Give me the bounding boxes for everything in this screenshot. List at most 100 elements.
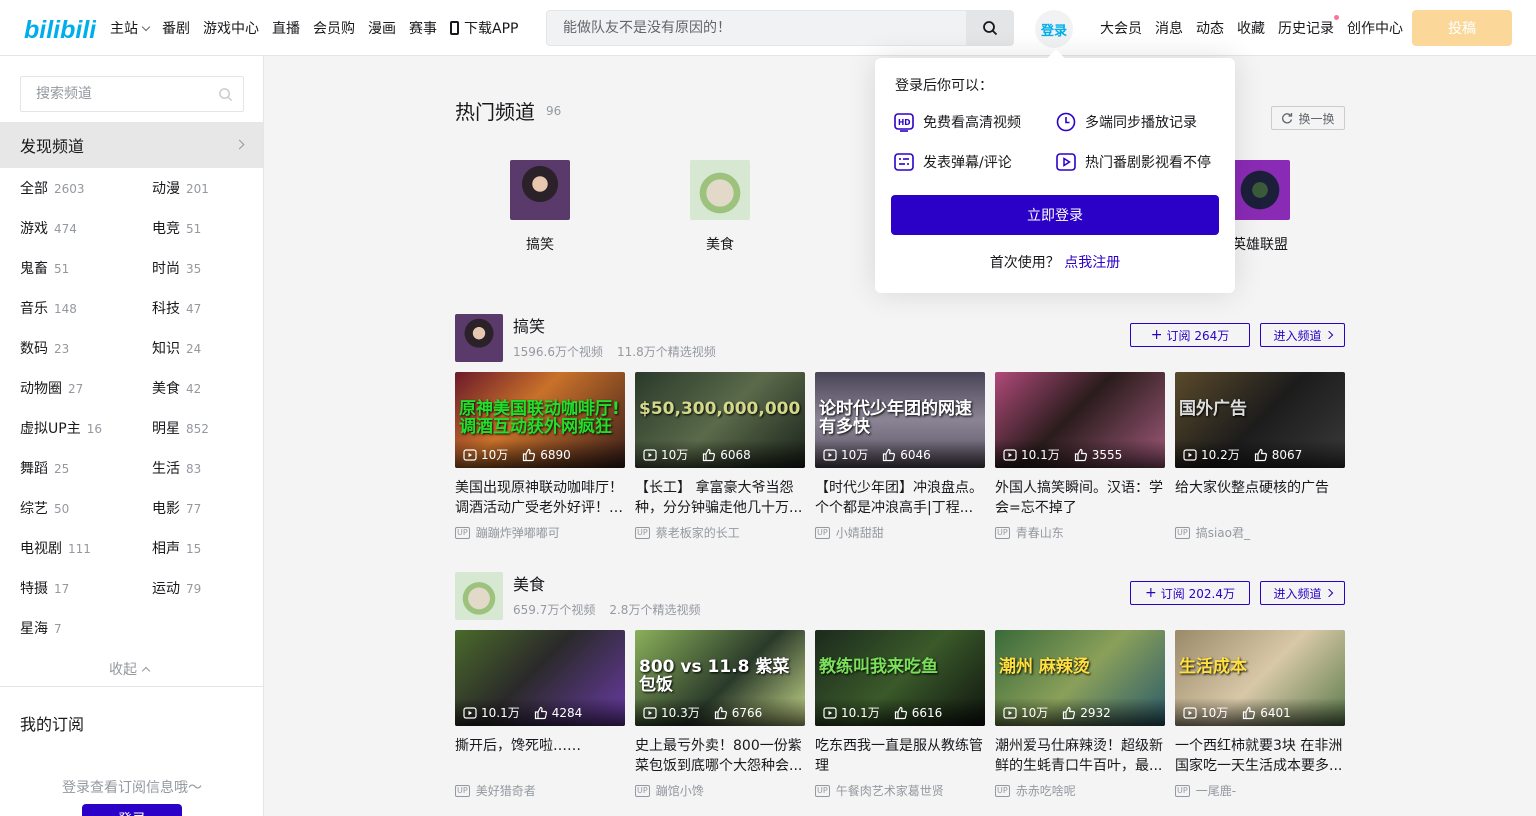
- video-card[interactable]: 国外广告 10.2万 8067 给大家伙整点硬核的广告 UP 搞siao君_: [1175, 372, 1345, 541]
- channel-name[interactable]: 美食: [513, 571, 545, 595]
- bilibili-logo[interactable]: bilibili: [24, 10, 96, 46]
- video-thumbnail[interactable]: 原神美国联动咖啡厅!调酒互动获外网疯狂 10万 6890: [455, 372, 625, 468]
- nav-history[interactable]: 历史记录: [1278, 15, 1339, 38]
- nav-vip[interactable]: 大会员: [1100, 18, 1142, 38]
- video-uploader[interactable]: UP 蹦馆小馋: [635, 782, 805, 799]
- video-title[interactable]: 给大家伙整点硬核的广告: [1175, 478, 1345, 518]
- video-thumbnail[interactable]: 潮州 麻辣烫 10万 2932: [995, 630, 1165, 726]
- subscribe-button[interactable]: + 订阅 202.4万: [1130, 581, 1250, 605]
- video-title[interactable]: 吃东西我一直是服从教练管理: [815, 736, 985, 776]
- nav-favorites[interactable]: 收藏: [1237, 18, 1265, 38]
- video-uploader[interactable]: UP 蔡老板家的长工: [635, 524, 805, 541]
- nav-live[interactable]: 直播: [272, 18, 300, 38]
- hot-channel-funny[interactable]: 搞笑: [495, 160, 585, 254]
- video-uploader[interactable]: UP 赤赤吃啥呢: [995, 782, 1165, 799]
- post-button[interactable]: 投稿: [1412, 10, 1512, 46]
- nav-manga[interactable]: 漫画: [368, 18, 396, 38]
- collapse-button[interactable]: 收起: [109, 659, 151, 679]
- video-title[interactable]: 外国人搞笑瞬间。汉语：学会=忘不掉了: [995, 478, 1165, 518]
- sidebar-login-button[interactable]: 登录: [82, 804, 182, 816]
- category-item[interactable]: 综艺 50: [20, 498, 69, 518]
- video-thumbnail[interactable]: 10.1万 3555: [995, 372, 1165, 468]
- video-title[interactable]: 美国出现原神联动咖啡厅！调酒活动广受老外好评！网友：...: [455, 478, 625, 518]
- video-thumbnail[interactable]: 800 vs 11.8 紫菜包饭 10.3万 6766: [635, 630, 805, 726]
- video-thumbnail[interactable]: 教练叫我来吃鱼 10.1万 6616: [815, 630, 985, 726]
- category-item[interactable]: 电视剧 111: [20, 538, 91, 558]
- video-card[interactable]: 10.1万 3555 外国人搞笑瞬间。汉语：学会=忘不掉了 UP 青春山东: [995, 372, 1165, 541]
- video-uploader[interactable]: UP 小婧甜甜: [815, 524, 985, 541]
- category-item[interactable]: 美食 42: [152, 378, 201, 398]
- search-icon[interactable]: [218, 87, 233, 102]
- channel-avatar[interactable]: [455, 314, 503, 362]
- video-thumbnail[interactable]: $50,300,000,000 10万 6068: [635, 372, 805, 468]
- discover-channels[interactable]: 发现频道: [0, 122, 263, 168]
- video-uploader[interactable]: UP 蹦蹦炸弹嘟嘟可: [455, 524, 625, 541]
- login-avatar-button[interactable]: 登录: [1035, 10, 1073, 48]
- video-title[interactable]: 【时代少年团】冲浪盘点。个个都是冲浪高手|丁程...: [815, 478, 985, 518]
- category-item[interactable]: 特摄 17: [20, 578, 69, 598]
- nav-main-site[interactable]: 主站: [110, 18, 151, 38]
- video-card[interactable]: 教练叫我来吃鱼 10.1万 6616 吃东西我一直是服从教练管理 UP 午餐肉艺术家葛世贤: [815, 630, 985, 799]
- channel-avatar[interactable]: [455, 572, 503, 620]
- nav-anime[interactable]: 番剧: [162, 18, 190, 38]
- video-uploader[interactable]: UP 青春山东: [995, 524, 1165, 541]
- nav-download-app[interactable]: 下载APP: [450, 18, 518, 38]
- nav-game-center[interactable]: 游戏中心: [203, 18, 259, 38]
- category-item[interactable]: 音乐 148: [20, 298, 77, 318]
- category-item[interactable]: 时尚 35: [152, 258, 201, 278]
- category-item[interactable]: 动漫 201: [152, 178, 209, 198]
- video-thumbnail[interactable]: 生活成本 10万 6401: [1175, 630, 1345, 726]
- video-title[interactable]: 撕开后，馋死啦……: [455, 736, 625, 776]
- category-item[interactable]: 电竞 51: [152, 218, 201, 238]
- enter-channel-button[interactable]: 进入频道: [1260, 581, 1345, 605]
- category-item[interactable]: 全部 2603: [20, 178, 85, 198]
- category-item[interactable]: 知识 24: [152, 338, 201, 358]
- video-thumbnail[interactable]: 10.1万 4284: [455, 630, 625, 726]
- subscribe-button[interactable]: + 订阅 264万: [1130, 323, 1250, 347]
- category-item[interactable]: 科技 47: [152, 298, 201, 318]
- channel-name[interactable]: 搞笑: [513, 313, 545, 337]
- video-uploader[interactable]: UP 一尾鹿-: [1175, 782, 1345, 799]
- video-title[interactable]: 一个西红柿就要3块 在非洲国家吃一天生活成本要多...: [1175, 736, 1345, 776]
- nav-dynamics[interactable]: 动态: [1196, 18, 1224, 38]
- hot-channel-food[interactable]: 美食: [675, 160, 765, 254]
- category-item[interactable]: 相声 15: [152, 538, 201, 558]
- channel-search-input[interactable]: [21, 77, 211, 111]
- video-thumbnail[interactable]: 论时代少年团的网速有多快 10万 6046: [815, 372, 985, 468]
- category-item[interactable]: 鬼畜 51: [20, 258, 69, 278]
- video-card[interactable]: 论时代少年团的网速有多快 10万 6046 【时代少年团】冲浪盘点。个个都是冲浪高手|…: [815, 372, 985, 541]
- video-uploader[interactable]: UP 美好猎奇者: [455, 782, 625, 799]
- video-card[interactable]: 10.1万 4284 撕开后，馋死啦…… UP 美好猎奇者: [455, 630, 625, 799]
- video-card[interactable]: 潮州 麻辣烫 10万 2932 潮州爱马仕麻辣烫！超级新鲜的生蚝青口牛百叶，最... U…: [995, 630, 1165, 799]
- video-uploader[interactable]: UP 午餐肉艺术家葛世贤: [815, 782, 985, 799]
- register-link[interactable]: 点我注册: [1064, 255, 1120, 271]
- video-card[interactable]: 生活成本 10万 6401 一个西红柿就要3块 在非洲国家吃一天生活成本要多... UP…: [1175, 630, 1345, 799]
- category-item[interactable]: 生活 83: [152, 458, 201, 478]
- category-item[interactable]: 数码 23: [20, 338, 69, 358]
- search-input[interactable]: [547, 11, 967, 45]
- video-thumbnail[interactable]: 国外广告 10.2万 8067: [1175, 372, 1345, 468]
- nav-shop[interactable]: 会员购: [313, 18, 355, 38]
- video-uploader[interactable]: UP 搞siao君_: [1175, 524, 1345, 541]
- nav-esports[interactable]: 赛事: [409, 18, 437, 38]
- category-item[interactable]: 虚拟UP主 16: [20, 418, 102, 438]
- category-item[interactable]: 运动 79: [152, 578, 201, 598]
- category-item[interactable]: 游戏 474: [20, 218, 77, 238]
- video-card[interactable]: $50,300,000,000 10万 6068 【长工】 拿富豪大爷当怨种，分分钟骗…: [635, 372, 805, 541]
- search-button[interactable]: [966, 11, 1013, 45]
- video-title[interactable]: 史上最亏外卖！800一份紫菜包饭到底哪个大怨种会...: [635, 736, 805, 776]
- nav-messages[interactable]: 消息: [1155, 18, 1183, 38]
- category-item[interactable]: 电影 77: [152, 498, 201, 518]
- refresh-button[interactable]: 换一换: [1271, 106, 1345, 130]
- category-item[interactable]: 明星 852: [152, 418, 209, 438]
- nav-creator-center[interactable]: 创作中心: [1347, 18, 1403, 38]
- video-card[interactable]: 原神美国联动咖啡厅!调酒互动获外网疯狂 10万 6890 美国出现原神联动咖啡厅！调酒…: [455, 372, 625, 541]
- popup-login-button[interactable]: 立即登录: [891, 195, 1219, 235]
- enter-channel-button[interactable]: 进入频道: [1260, 323, 1345, 347]
- video-title[interactable]: 潮州爱马仕麻辣烫！超级新鲜的生蚝青口牛百叶，最...: [995, 736, 1165, 776]
- category-item[interactable]: 动物圈 27: [20, 378, 83, 398]
- video-card[interactable]: 800 vs 11.8 紫菜包饭 10.3万 6766 史上最亏外卖！800一份紫菜包…: [635, 630, 805, 799]
- video-title[interactable]: 【长工】 拿富豪大爷当怨种，分分钟骗走他几十万...: [635, 478, 805, 518]
- category-item[interactable]: 舞蹈 25: [20, 458, 69, 478]
- category-item[interactable]: 星海 7: [20, 618, 62, 638]
